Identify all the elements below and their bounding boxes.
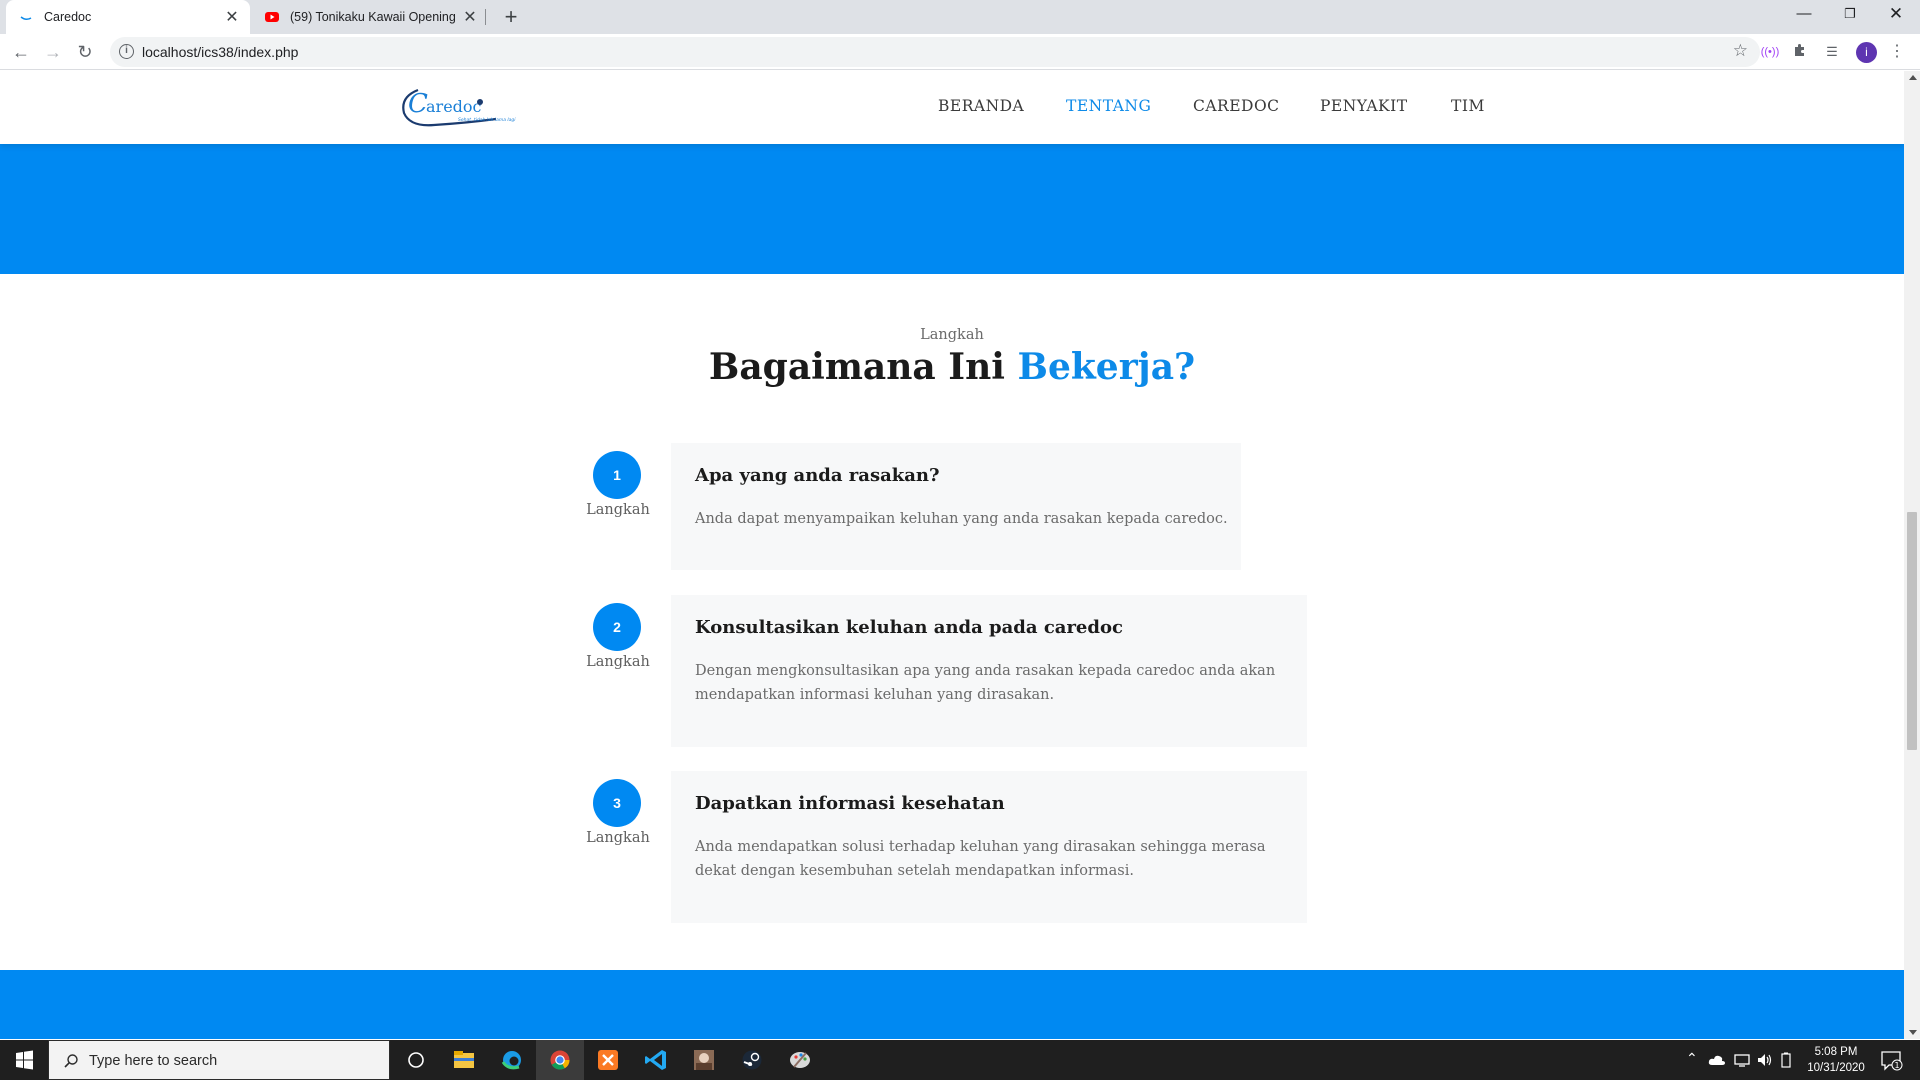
- section-title: Bagaimana Ini Bekerja?: [0, 346, 1904, 388]
- volume-speaker-icon[interactable]: [1756, 1052, 1774, 1068]
- taskbar-clock[interactable]: 5:08 PM 10/31/2020: [1798, 1044, 1874, 1076]
- search-placeholder: Type here to search: [89, 1053, 218, 1069]
- address-bar[interactable]: i localhost/ics38/index.php ☆: [110, 37, 1760, 67]
- photo-viewer-icon[interactable]: [680, 1040, 728, 1080]
- forward-arrow-icon[interactable]: →: [41, 40, 65, 64]
- section-title-main: Bagaimana Ini: [708, 346, 1005, 388]
- step-card: Konsultasikan keluhan anda pada caredoc …: [671, 595, 1307, 747]
- tab-title: (59) Tonikaku Kawaii Opening So: [290, 10, 458, 24]
- tab-youtube[interactable]: (59) Tonikaku Kawaii Opening So ✕: [252, 0, 488, 34]
- scroll-up-arrow-icon[interactable]: [1909, 75, 1917, 80]
- nav-tentang[interactable]: TENTANG: [1066, 97, 1151, 115]
- caredoc-logo[interactable]: C aredoc Sehat, tidak lah lama lagi: [396, 81, 528, 133]
- paint-icon[interactable]: [776, 1040, 824, 1080]
- clock-time: 5:08 PM: [1814, 1046, 1858, 1058]
- puzzle-icon: [1795, 44, 1804, 56]
- network-icon[interactable]: [1733, 1052, 1751, 1068]
- close-tab-icon[interactable]: ✕: [220, 7, 244, 27]
- step-label: Langkah: [586, 502, 650, 518]
- step-description: Anda mendapatkan solusi terhadap keluhan…: [695, 839, 1266, 879]
- back-arrow-icon[interactable]: ←: [9, 40, 33, 64]
- section-subtitle: Langkah: [920, 327, 984, 343]
- hero-banner: [0, 144, 1904, 274]
- tab-title: Caredoc: [44, 10, 92, 24]
- svg-text:Sehat, tidak lah lama lagi: Sehat, tidak lah lama lagi: [458, 117, 516, 123]
- step-number-badge: 1: [593, 451, 641, 499]
- restore-icon[interactable]: ❐: [1827, 0, 1873, 30]
- reload-icon[interactable]: ↻: [73, 40, 97, 64]
- step-card: Dapatkan informasi kesehatan Anda mendap…: [671, 771, 1307, 923]
- broadcast-extension-icon[interactable]: ((•)): [1760, 42, 1780, 62]
- nav-penyakit[interactable]: PENYAKIT: [1320, 97, 1408, 115]
- site-navbar: C aredoc Sehat, tidak lah lama lagi BERA…: [0, 71, 1904, 144]
- nav-beranda[interactable]: BERANDA: [938, 97, 1024, 115]
- onedrive-cloud-icon[interactable]: [1708, 1052, 1726, 1068]
- chrome-icon[interactable]: [536, 1040, 584, 1080]
- browser-toolbar: ← → ↻ i localhost/ics38/index.php ☆ ((•)…: [0, 34, 1920, 70]
- bookmark-star-icon[interactable]: ☆: [1733, 41, 1748, 61]
- step-title: Konsultasikan keluhan anda pada caredoc: [695, 617, 1123, 638]
- clock-date: 10/31/2020: [1807, 1062, 1865, 1074]
- minimize-icon[interactable]: —: [1781, 0, 1827, 30]
- step-card: Apa yang anda rasakan? Anda dapat menyam…: [671, 443, 1241, 570]
- tab-separator: [485, 9, 486, 25]
- nav-caredoc[interactable]: CAREDOC: [1193, 97, 1280, 115]
- close-window-icon[interactable]: ✕: [1873, 0, 1919, 30]
- close-tab-icon[interactable]: ✕: [458, 7, 482, 27]
- url-text: localhost/ics38/index.php: [142, 44, 299, 60]
- task-view-icon[interactable]: [392, 1040, 440, 1080]
- page-viewport: C aredoc Sehat, tidak lah lama lagi BERA…: [0, 71, 1904, 1039]
- more-menu-icon[interactable]: ⋮: [1887, 42, 1907, 62]
- step-label: Langkah: [586, 654, 650, 670]
- windows-taskbar: Type here to search ⌃ 5:08 PM 10/31/2020…: [0, 1040, 1920, 1080]
- search-icon: [64, 1054, 78, 1068]
- media-queue-icon[interactable]: ☰: [1822, 42, 1842, 62]
- xampp-icon[interactable]: [584, 1040, 632, 1080]
- action-center-notification-icon[interactable]: 1: [1880, 1050, 1904, 1072]
- step-description: Anda dapat menyampaikan keluhan yang and…: [695, 511, 1228, 527]
- step-title: Dapatkan informasi kesehatan: [695, 793, 1005, 814]
- scrollbar-thumb[interactable]: [1907, 512, 1917, 750]
- tab-caredoc[interactable]: Caredoc ✕: [6, 0, 250, 34]
- page-scrollbar[interactable]: [1904, 71, 1920, 1039]
- windows-start-icon[interactable]: [0, 1040, 48, 1080]
- extensions-puzzle-icon[interactable]: [1790, 42, 1810, 62]
- section-title-accent: Bekerja?: [1017, 346, 1196, 388]
- edge-browser-icon[interactable]: [488, 1040, 536, 1080]
- step-description: Dengan mengkonsultasikan apa yang anda r…: [695, 663, 1276, 703]
- step-number-badge: 3: [593, 779, 641, 827]
- svg-text:C: C: [408, 89, 428, 119]
- vscode-icon[interactable]: [632, 1040, 680, 1080]
- profile-avatar[interactable]: i: [1856, 42, 1877, 63]
- show-hidden-icons-chevron-icon[interactable]: ⌃: [1686, 1050, 1698, 1080]
- scroll-down-arrow-icon[interactable]: [1909, 1030, 1917, 1035]
- footer-banner: [0, 970, 1904, 1039]
- battery-icon[interactable]: [1779, 1052, 1793, 1068]
- step-label: Langkah: [586, 830, 650, 846]
- svg-text:aredoc: aredoc: [426, 97, 482, 116]
- caredoc-favicon-icon: [20, 16, 32, 21]
- site-info-icon[interactable]: i: [119, 44, 134, 59]
- notification-count: 1: [1894, 1061, 1899, 1070]
- file-explorer-icon[interactable]: [440, 1040, 488, 1080]
- new-tab-button[interactable]: +: [498, 4, 524, 30]
- browser-tab-strip: Caredoc ✕ (59) Tonikaku Kawaii Opening S…: [0, 0, 1920, 34]
- youtube-icon: [265, 12, 279, 22]
- step-number-badge: 2: [593, 603, 641, 651]
- taskbar-search[interactable]: Type here to search: [48, 1040, 390, 1080]
- steam-icon[interactable]: [728, 1040, 776, 1080]
- step-title: Apa yang anda rasakan?: [695, 465, 940, 486]
- nav-tim[interactable]: TIM: [1451, 97, 1485, 115]
